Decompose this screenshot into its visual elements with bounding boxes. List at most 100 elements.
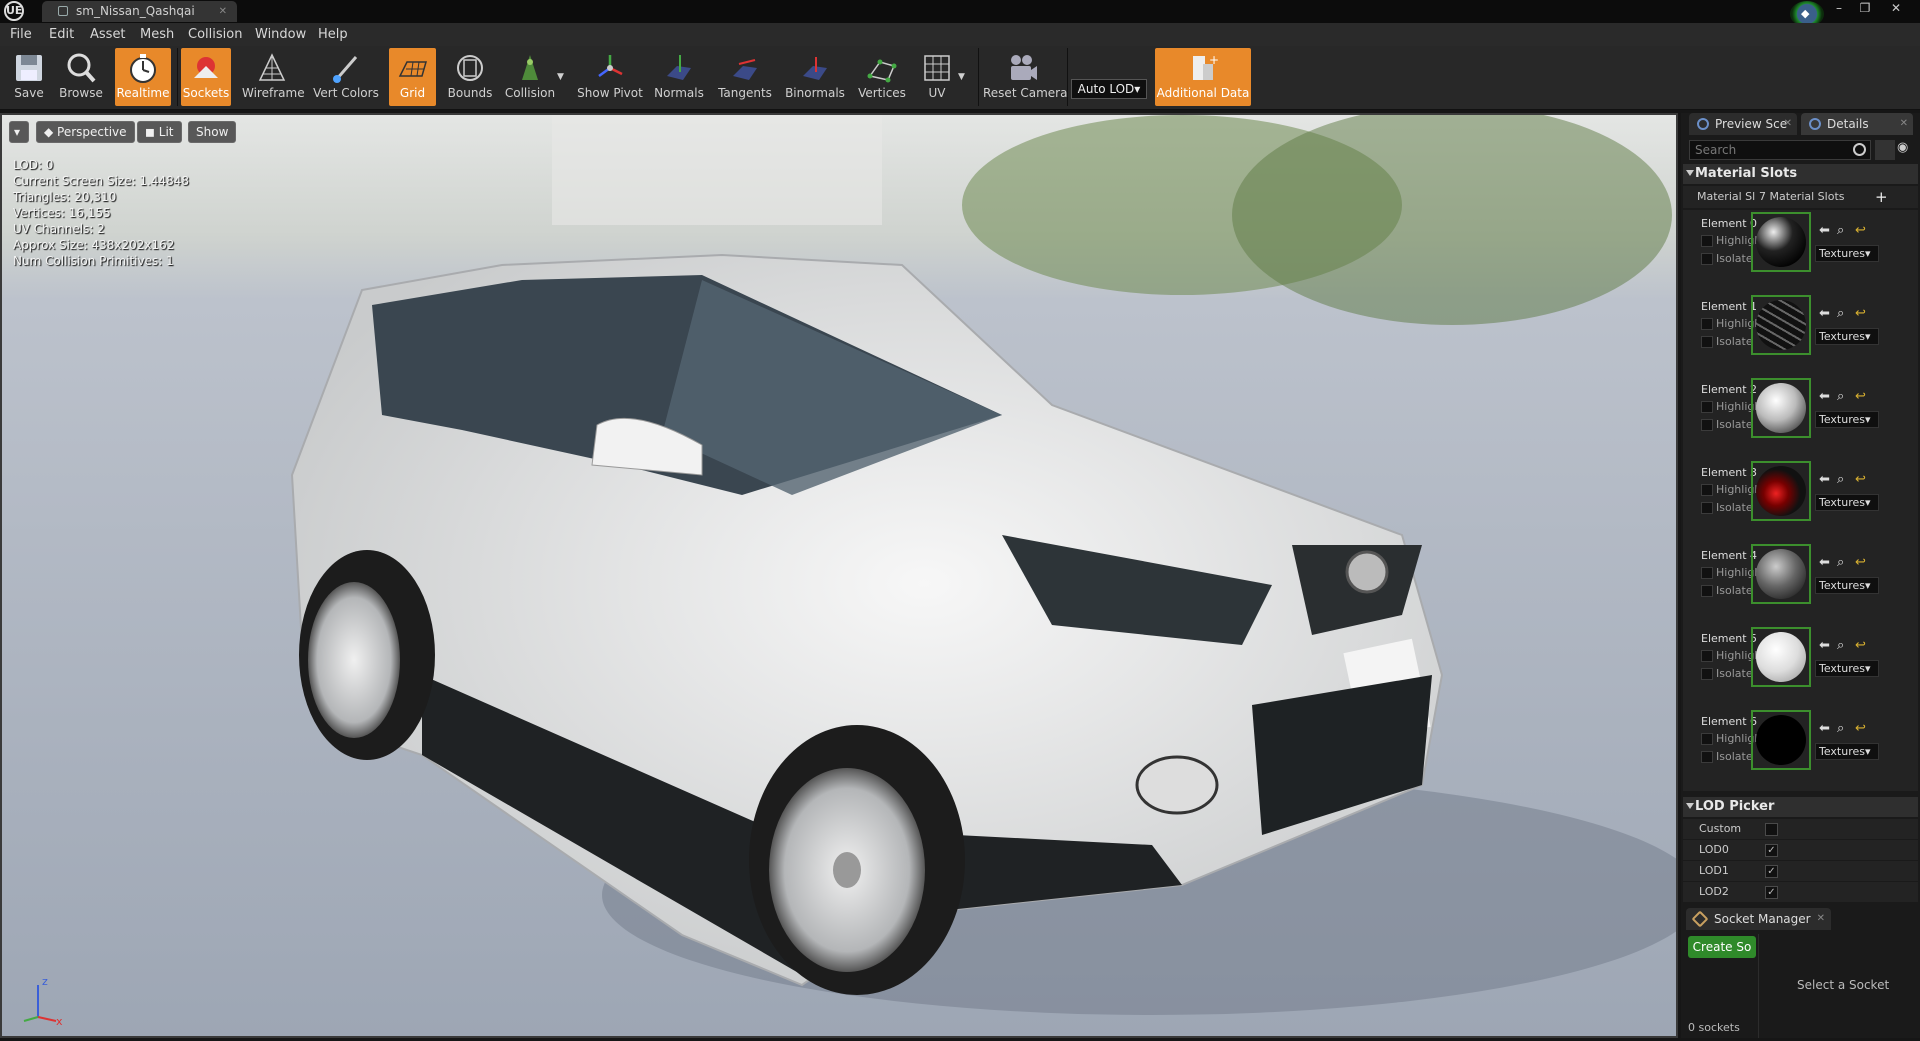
lod-picker-header[interactable]: LOD Picker [1683,797,1918,817]
tab-socket-manager[interactable]: Socket Manager ✕ [1686,908,1831,930]
show-pivot-button[interactable]: Show Pivot [577,48,643,106]
close-tab-icon[interactable]: ✕ [1817,908,1825,930]
tab-close-icon[interactable]: ✕ [219,1,227,22]
use-selected-icon[interactable]: ⬅ [1819,223,1830,238]
normals-button[interactable]: Normals [652,48,706,106]
highlight-checkbox[interactable] [1701,733,1713,745]
viewport-options-button[interactable]: ▾ [9,121,29,143]
lod-dropdown[interactable]: Auto LOD▾ [1071,79,1147,99]
show-button[interactable]: Show [188,121,237,143]
menu-file[interactable]: File [10,27,32,42]
lod0-checkbox[interactable]: ✓ [1765,844,1778,857]
highlight-checkbox[interactable] [1701,650,1713,662]
asset-tab[interactable]: sm_Nissan_Qashqai ✕ [42,1,237,22]
reset-icon[interactable]: ↩ [1855,472,1866,487]
isolate-checkbox[interactable] [1701,502,1713,514]
highlight-checkbox[interactable] [1701,235,1713,247]
collision-button[interactable]: Collision [503,48,557,106]
material-thumbnail[interactable] [1751,627,1811,687]
perspective-button[interactable]: ◆ Perspective [36,121,135,143]
lit-button[interactable]: ◼ Lit [137,121,182,143]
menu-mesh[interactable]: Mesh [140,27,174,42]
lod2-checkbox[interactable]: ✓ [1765,886,1778,899]
textures-dropdown[interactable]: Textures▾ [1815,743,1879,760]
browse-asset-icon[interactable]: ⌕ [1837,472,1844,487]
close-tab-icon[interactable]: ✕ [1784,113,1792,135]
reset-icon[interactable]: ↩ [1855,306,1866,321]
material-thumbnail[interactable] [1751,710,1811,770]
use-selected-icon[interactable]: ⬅ [1819,638,1830,653]
textures-dropdown[interactable]: Textures▾ [1815,660,1879,677]
lod1-checkbox[interactable]: ✓ [1765,865,1778,878]
reset-icon[interactable]: ↩ [1855,638,1866,653]
use-selected-icon[interactable]: ⬅ [1819,555,1830,570]
restore-button[interactable]: ❐ [1855,0,1875,16]
tab-details[interactable]: Details ✕ [1801,113,1913,135]
minimize-button[interactable]: – [1829,0,1849,16]
material-slots-header[interactable]: Material Slots [1683,164,1918,184]
material-thumbnail[interactable] [1751,295,1811,355]
isolate-checkbox[interactable] [1701,419,1713,431]
browse-asset-icon[interactable]: ⌕ [1837,638,1844,653]
material-thumbnail[interactable] [1751,378,1811,438]
browse-asset-icon[interactable]: ⌕ [1837,223,1844,238]
highlight-checkbox[interactable] [1701,318,1713,330]
material-thumbnail[interactable] [1751,544,1811,604]
highlight-checkbox[interactable] [1701,401,1713,413]
custom-checkbox[interactable] [1765,823,1778,836]
highlight-checkbox[interactable] [1701,484,1713,496]
viewport[interactable]: ▾ ◆ Perspective ◼ Lit Show LOD: 0 Curren… [0,113,1678,1038]
browse-asset-icon[interactable]: ⌕ [1837,389,1844,404]
material-thumbnail[interactable] [1751,212,1811,272]
use-selected-icon[interactable]: ⬅ [1819,721,1830,736]
tab-preview-scene[interactable]: Preview Sce ✕ [1689,113,1797,135]
additional-data-button[interactable]: + Additional Data [1155,48,1251,106]
realtime-button[interactable]: Realtime [115,48,171,106]
browse-asset-icon[interactable]: ⌕ [1837,721,1844,736]
tangents-button[interactable]: Tangents [716,48,774,106]
reset-icon[interactable]: ↩ [1855,555,1866,570]
view-options-icon[interactable] [1875,140,1895,160]
save-button[interactable]: Save [7,48,51,106]
menu-help[interactable]: Help [318,27,348,42]
textures-dropdown[interactable]: Textures▾ [1815,411,1879,428]
isolate-checkbox[interactable] [1701,253,1713,265]
menu-edit[interactable]: Edit [49,27,74,42]
close-window-button[interactable]: ✕ [1886,0,1906,16]
use-selected-icon[interactable]: ⬅ [1819,472,1830,487]
bounds-button[interactable]: Bounds [446,48,494,106]
add-slot-icon[interactable]: + [1875,186,1888,208]
grid-button[interactable]: Grid [389,48,436,106]
use-selected-icon[interactable]: ⬅ [1819,389,1830,404]
create-socket-button[interactable]: Create So [1688,936,1756,958]
search-input[interactable]: Search [1689,140,1871,160]
highlight-checkbox[interactable] [1701,567,1713,579]
textures-dropdown[interactable]: Textures▾ [1815,577,1879,594]
menu-asset[interactable]: Asset [90,27,126,42]
close-tab-icon[interactable]: ✕ [1900,113,1908,135]
vert-colors-button[interactable]: Vert Colors [313,48,379,106]
browse-button[interactable]: Browse [57,48,105,106]
textures-dropdown[interactable]: Textures▾ [1815,328,1879,345]
wireframe-button[interactable]: Wireframe [242,48,305,106]
reset-camera-button[interactable]: Reset Camera [983,48,1067,106]
isolate-checkbox[interactable] [1701,668,1713,680]
binormals-button[interactable]: Binormals [784,48,846,106]
sockets-button[interactable]: Sockets [181,48,231,106]
menu-collision[interactable]: Collision [188,27,242,42]
isolate-checkbox[interactable] [1701,585,1713,597]
browse-asset-icon[interactable]: ⌕ [1837,306,1844,321]
menu-window[interactable]: Window [255,27,306,42]
eye-icon[interactable]: ◉ [1897,140,1917,160]
material-thumbnail[interactable] [1751,461,1811,521]
reset-icon[interactable]: ↩ [1855,223,1866,238]
uv-button[interactable]: UV [916,48,958,106]
uv-dropdown[interactable]: ▼ [957,48,967,106]
use-selected-icon[interactable]: ⬅ [1819,306,1830,321]
textures-dropdown[interactable]: Textures▾ [1815,245,1879,262]
isolate-checkbox[interactable] [1701,751,1713,763]
browse-asset-icon[interactable]: ⌕ [1837,555,1844,570]
reset-icon[interactable]: ↩ [1855,721,1866,736]
textures-dropdown[interactable]: Textures▾ [1815,494,1879,511]
isolate-checkbox[interactable] [1701,336,1713,348]
